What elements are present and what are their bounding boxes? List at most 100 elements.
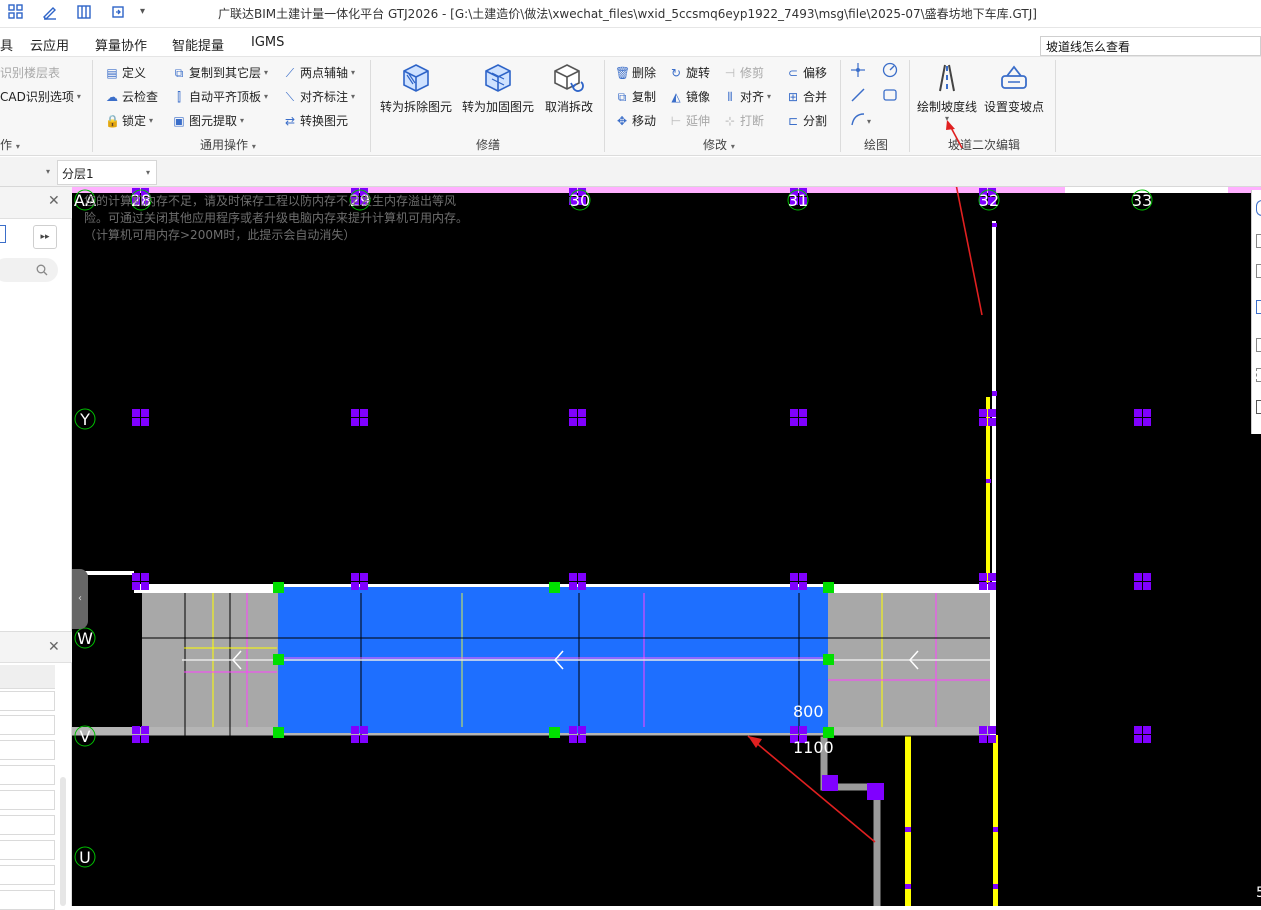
axis-label-left: V	[80, 727, 91, 746]
menu-tab-igms[interactable]: IGMS	[251, 35, 284, 50]
annotation-arrowhead	[946, 120, 963, 149]
column-marker	[569, 409, 586, 426]
draw-arc-button[interactable]: ▾	[850, 111, 874, 130]
ribbon-divider	[909, 60, 910, 152]
menu-tab-smart[interactable]: 智能提量	[172, 35, 224, 54]
property-row[interactable]	[0, 765, 55, 785]
draw-slope-line-button[interactable]: 绘制坡度线 ▾	[914, 62, 980, 123]
menu-tab-tools[interactable]: 具	[0, 35, 13, 54]
to-demolish-button[interactable]: 转为拆除图元	[378, 62, 454, 115]
recognize-floor-table-button[interactable]: 识别楼层表	[0, 64, 60, 81]
cloud-check-button[interactable]: ☁ 云检查	[105, 88, 158, 105]
property-row[interactable]	[0, 815, 55, 835]
collapse-panel-button[interactable]: ‹	[72, 569, 88, 629]
view-tool-icon[interactable]	[1256, 264, 1261, 278]
property-row[interactable]	[0, 890, 55, 910]
panel-search-input[interactable]	[0, 258, 58, 282]
align-button[interactable]: ⫴ 对齐 ▾	[723, 88, 771, 105]
expand-icon[interactable]: ▸▸	[33, 225, 57, 249]
yellow-wall	[905, 735, 911, 906]
draw-circle-button[interactable]	[882, 62, 898, 81]
demolish-cube-icon	[378, 62, 454, 98]
close-icon[interactable]: ✕	[48, 193, 60, 209]
cancel-demolish-button[interactable]: 取消拆改	[541, 62, 597, 115]
view-tool-icon[interactable]	[1256, 234, 1261, 248]
property-row[interactable]	[0, 691, 55, 711]
window-title: 广联达BIM土建计量一体化平台 GTJ2026 - [G:\土建造价\做法\xw…	[218, 7, 1037, 21]
modify-group-label: 修改 ▾	[703, 138, 735, 152]
property-row[interactable]	[0, 740, 55, 760]
cad-options-button[interactable]: CAD识别选项 ▾	[0, 88, 81, 105]
ribbon-divider	[92, 60, 93, 152]
layer-select[interactable]: 分层1 ▾	[57, 160, 157, 185]
column-marker	[351, 409, 368, 426]
rotate-button[interactable]: ↻ 旋转	[669, 64, 710, 81]
left-panel: ✕ ▸▸ ✕	[0, 187, 72, 910]
move-button[interactable]: ✥ 移动	[615, 112, 656, 129]
edge-glyph: 5	[1256, 885, 1261, 901]
merge-icon: ⊞	[787, 89, 799, 104]
wall-marker	[992, 223, 997, 227]
extract-element-button[interactable]: ▣ 图元提取 ▾	[172, 112, 244, 129]
menu-tab-cloud[interactable]: 云应用	[30, 35, 69, 54]
dimension-label: 800	[793, 702, 824, 721]
columns-icon[interactable]	[74, 4, 94, 24]
arc-icon: ▾	[851, 113, 871, 126]
sync-icon[interactable]	[108, 4, 128, 24]
break-button[interactable]: ⊹ 打断	[723, 112, 764, 129]
auto-align-slab-button[interactable]: ⫿ 自动平齐顶板 ▾	[172, 88, 268, 105]
point-icon	[851, 63, 865, 77]
extend-button[interactable]: ⊢ 延伸	[669, 112, 710, 129]
property-row[interactable]	[0, 790, 55, 810]
pen-icon[interactable]	[40, 4, 60, 24]
ribbon-divider	[370, 60, 371, 152]
menu-tab-collab[interactable]: 算量协作	[95, 35, 147, 54]
extract-icon: ▣	[173, 113, 185, 128]
trim-button[interactable]: ⊣ 修剪	[723, 64, 764, 81]
panel-tool-icon[interactable]	[0, 225, 6, 243]
offset-button[interactable]: ⊂ 偏移	[786, 64, 827, 81]
align-dimension-button[interactable]: ⟍ 对齐标注 ▾	[283, 88, 355, 105]
draw-line-button[interactable]	[850, 87, 866, 106]
axis-label-top: 33	[1132, 191, 1152, 210]
split-icon: ⊏	[787, 113, 799, 128]
rotate-icon: ↻	[670, 65, 682, 80]
view-tool-icon[interactable]	[1256, 400, 1261, 414]
copy-button[interactable]: ⧉ 复制	[615, 88, 656, 105]
draw-rect-button[interactable]	[882, 87, 898, 106]
copy-to-layer-button[interactable]: ⧉ 复制到其它层 ▾	[172, 64, 268, 81]
memory-warning: 您的计算机内存不足，请及时保存工程以防内存不足发生内存溢出等风险。可通过关闭其他…	[84, 194, 469, 242]
close-icon[interactable]: ✕	[48, 639, 60, 655]
grey-pipe	[820, 735, 881, 906]
lock-button[interactable]: 🔒 锁定 ▾	[105, 112, 153, 129]
view-tool-icon[interactable]	[1256, 368, 1261, 382]
trim-icon: ⊣	[724, 65, 736, 80]
property-row[interactable]	[0, 715, 55, 735]
view-tool-icon[interactable]	[1256, 338, 1261, 352]
view-tool-icon[interactable]	[1256, 300, 1261, 314]
property-row[interactable]	[0, 840, 55, 860]
slope-point-icon	[982, 62, 1046, 98]
panel-scrollbar[interactable]	[60, 777, 66, 906]
two-point-axis-button[interactable]: ⟋ 两点辅轴 ▾	[283, 64, 355, 81]
convert-element-button[interactable]: ⇄ 转换图元	[283, 112, 348, 129]
chevron-down-icon: ▾	[146, 168, 151, 177]
view-tool-icon[interactable]	[1256, 200, 1261, 216]
property-row[interactable]	[0, 865, 55, 885]
search-input[interactable]	[1040, 36, 1261, 56]
set-slope-point-button[interactable]: 设置变坡点	[982, 62, 1046, 115]
wall-marker	[905, 884, 911, 889]
mirror-button[interactable]: ◭ 镜像	[669, 88, 710, 105]
delete-button[interactable]: 🗑 删除	[615, 64, 656, 81]
axis-icon: ⟋	[285, 65, 295, 80]
floor-select[interactable]: ▾	[0, 163, 57, 181]
grid-icon[interactable]	[6, 4, 26, 24]
drawing-canvas[interactable]: 28 29 30 31 32 33 AA Y W V U 800 1100 您的计算机内存不足，请及…	[72, 187, 1261, 906]
define-button[interactable]: ▤ 定义	[105, 64, 146, 81]
to-reinforce-button[interactable]: 转为加固图元	[460, 62, 536, 115]
draw-point-button[interactable]	[850, 62, 866, 81]
qa-dropdown-icon[interactable]: ▾	[140, 6, 145, 17]
column-marker	[132, 409, 149, 426]
merge-button[interactable]: ⊞ 合并	[786, 88, 827, 105]
split-button[interactable]: ⊏ 分割	[786, 112, 827, 129]
